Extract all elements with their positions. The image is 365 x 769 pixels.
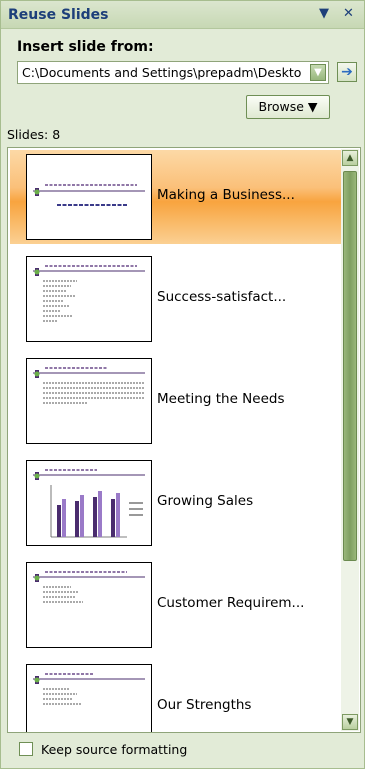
insert-path-value[interactable]: C:\Documents and Settings\prepadm\Deskto… bbox=[22, 65, 302, 80]
browse-button[interactable]: Browse ▼ bbox=[246, 95, 330, 119]
insert-path-combobox[interactable]: C:\Documents and Settings\prepadm\Deskto… bbox=[17, 61, 329, 84]
slide-thumbnail[interactable] bbox=[26, 154, 152, 240]
slide-list-item[interactable]: Making a Business... bbox=[10, 150, 344, 244]
slide-thumbnail[interactable] bbox=[26, 562, 152, 648]
slide-title: Making a Business... bbox=[157, 187, 295, 203]
pane-close-icon[interactable]: ✕ bbox=[343, 6, 354, 21]
reuse-slides-pane: Reuse Slides ▼ ✕ Insert slide from: C:\D… bbox=[0, 0, 365, 769]
slide-list-item[interactable]: Customer Requirem... bbox=[10, 558, 344, 652]
slide-thumbnail[interactable] bbox=[26, 460, 152, 546]
path-dropdown-arrow-icon[interactable]: ▼ bbox=[310, 64, 326, 81]
slide-list-item[interactable]: Meeting the Needs bbox=[10, 354, 344, 448]
keep-source-formatting-label[interactable]: Keep source formatting bbox=[41, 742, 187, 757]
pane-title-bar: Reuse Slides ▼ ✕ bbox=[1, 1, 364, 29]
slide-list-item[interactable]: Our Strengths bbox=[10, 660, 344, 732]
slide-thumbnail[interactable] bbox=[26, 664, 152, 732]
vertical-scrollbar[interactable]: ▲ ▼ bbox=[341, 149, 359, 731]
slide-list-item[interactable]: Growing Sales bbox=[10, 456, 344, 550]
slide-list-item[interactable]: Success-satisfact... bbox=[10, 252, 344, 346]
go-arrow-button[interactable]: ➔ bbox=[337, 62, 357, 82]
slides-count-label: Slides: 8 bbox=[7, 127, 61, 142]
slide-thumbnail[interactable] bbox=[26, 256, 152, 342]
pane-title: Reuse Slides bbox=[8, 7, 109, 23]
slide-thumbnail-list[interactable]: Making a Business... Success-satisfact..… bbox=[7, 147, 361, 733]
slide-title: Customer Requirem... bbox=[157, 595, 305, 611]
scroll-up-icon[interactable]: ▲ bbox=[342, 150, 358, 166]
slide-title: Our Strengths bbox=[157, 697, 252, 713]
insert-slide-from-label: Insert slide from: bbox=[17, 39, 154, 55]
pane-options-dropdown-icon[interactable]: ▼ bbox=[319, 6, 329, 21]
scroll-down-icon[interactable]: ▼ bbox=[342, 714, 358, 730]
keep-source-formatting-checkbox[interactable] bbox=[19, 742, 33, 756]
scrollbar-thumb[interactable] bbox=[343, 171, 357, 561]
slide-title: Growing Sales bbox=[157, 493, 254, 509]
slide-thumbnail[interactable] bbox=[26, 358, 152, 444]
slide-title: Meeting the Needs bbox=[157, 391, 285, 407]
slide-title: Success-satisfact... bbox=[157, 289, 287, 305]
